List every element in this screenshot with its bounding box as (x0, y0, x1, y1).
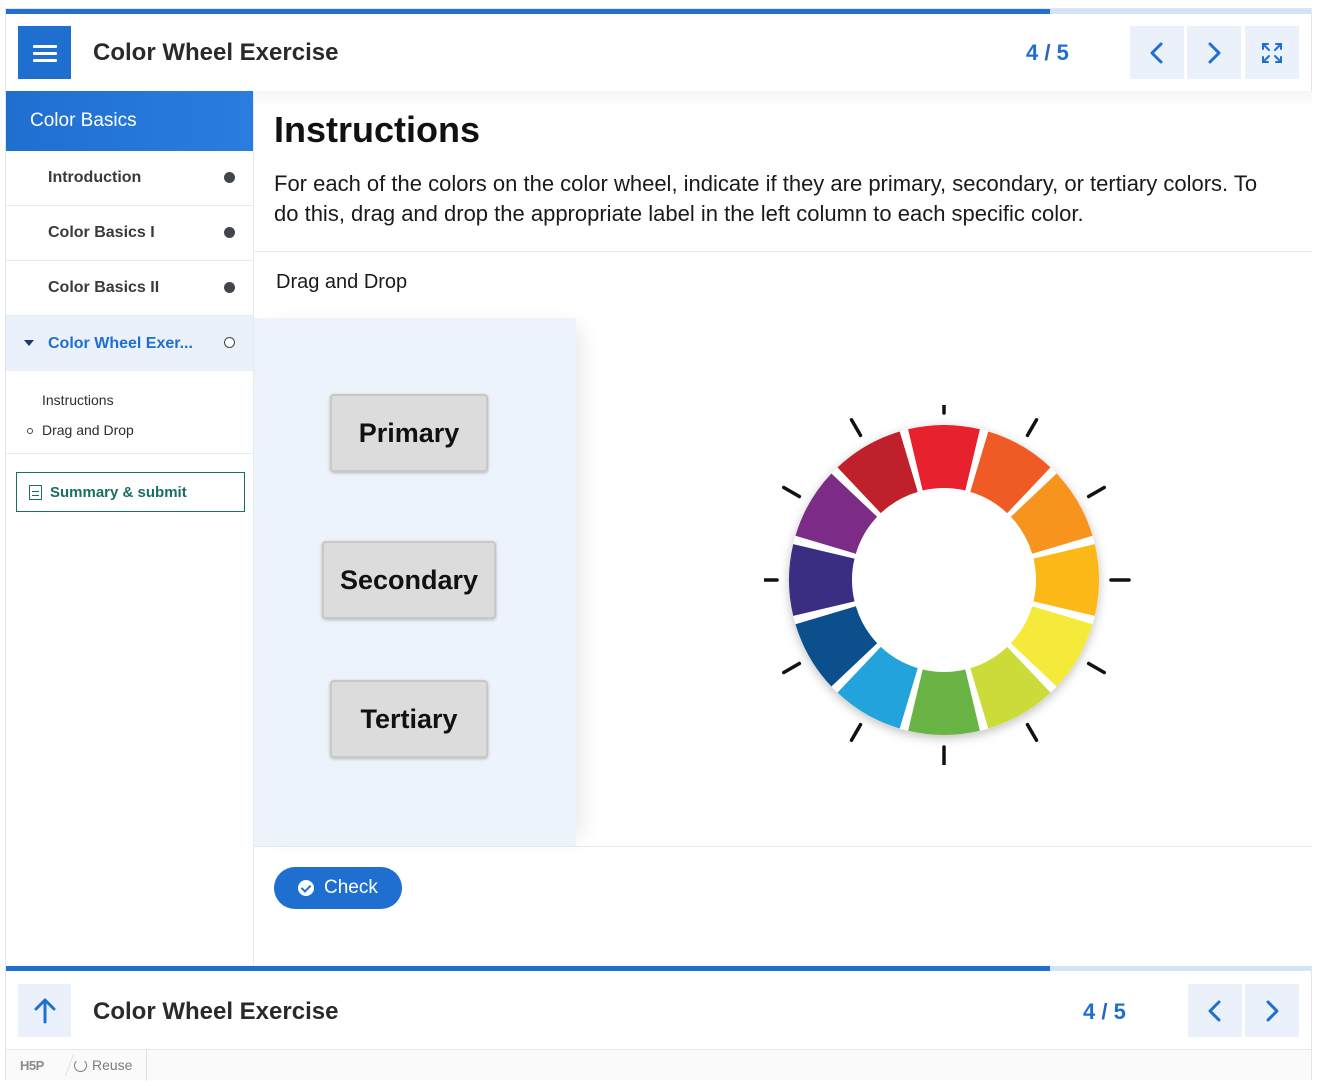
footer-next-button[interactable] (1245, 984, 1299, 1037)
color-wheel-dropzone[interactable] (764, 405, 1144, 765)
drag-drop-title: Drag and Drop (276, 271, 408, 293)
counter-separator: / (1101, 999, 1108, 1024)
main-content: Instructions For each of the colors on t… (254, 91, 1312, 966)
wheel-tick (782, 661, 802, 675)
wheel-tick (1025, 722, 1039, 742)
slide-counter: 4 / 5 (1026, 40, 1069, 66)
instructions-title: Instructions (274, 109, 481, 150)
presentation-frame: Color Wheel Exercise 4 / 5 Color Basics … (5, 8, 1312, 1081)
sidebar-item-label: Introduction (48, 169, 142, 186)
h5p-logo-icon[interactable]: H5P (20, 1058, 44, 1073)
counter-total: 5 (1113, 999, 1126, 1024)
draggable-secondary[interactable]: Secondary (322, 541, 496, 619)
instructions-text: For each of the colors on the color whee… (274, 171, 1258, 226)
counter-separator: / (1044, 40, 1051, 65)
drag-drop-area: Primary Secondary Tertiary (254, 318, 1312, 846)
navigation-sidebar: Color Basics Introduction Color Basics I… (6, 91, 254, 966)
sidebar-item-color-basics-2[interactable]: Color Basics II (6, 261, 253, 316)
sidebar-item-label: Color Basics II (48, 279, 160, 296)
sidebar-item-label: Color Basics I (48, 224, 155, 241)
wheel-tick (1086, 661, 1106, 675)
footer-slide-counter: 4 / 5 (1083, 999, 1126, 1025)
h5p-toolbar: H5P Reuse (6, 1049, 1311, 1081)
previous-button[interactable] (1130, 26, 1184, 79)
counter-current: 4 (1083, 999, 1096, 1024)
completed-dot-icon (224, 227, 235, 238)
divider (254, 251, 1312, 252)
completed-dot-icon (224, 282, 235, 293)
wheel-tick (849, 418, 863, 438)
next-button[interactable] (1187, 26, 1241, 79)
incomplete-circle-icon (224, 337, 235, 348)
counter-total: 5 (1056, 40, 1069, 65)
arrow-up-icon (34, 998, 55, 1023)
counter-current: 4 (1026, 40, 1039, 65)
wheel-tick (1025, 418, 1039, 438)
divider (254, 846, 1312, 847)
fullscreen-icon (1262, 42, 1282, 63)
page-title: Color Wheel Exercise (93, 39, 339, 66)
draggable-tertiary[interactable]: Tertiary (330, 680, 488, 758)
check-label: Check (324, 877, 378, 898)
sub-item-label: Drag and Drop (42, 422, 134, 438)
check-button[interactable]: Check (274, 867, 402, 909)
incomplete-ring-icon (27, 428, 33, 434)
check-circle-icon (298, 880, 314, 896)
sub-item-drag-and-drop[interactable]: Drag and Drop (6, 415, 253, 445)
completed-dot-icon (224, 172, 235, 183)
footer-bar: Color Wheel Exercise 4 / 5 (6, 971, 1311, 1049)
chevron-right-icon (1266, 1000, 1279, 1021)
footer-title: Color Wheel Exercise (93, 998, 339, 1025)
hamburger-icon (32, 44, 57, 62)
reuse-label: Reuse (92, 1057, 133, 1073)
footer-previous-button[interactable] (1188, 984, 1242, 1037)
sub-item-label: Instructions (42, 392, 114, 408)
chevron-right-icon (1208, 42, 1221, 63)
menu-button[interactable] (18, 26, 71, 79)
sidebar-item-color-wheel-exercise[interactable]: Color Wheel Exer... (6, 316, 253, 371)
chapter-header[interactable]: Color Basics (6, 91, 253, 151)
draggables-column: Primary Secondary Tertiary (254, 318, 576, 846)
chevron-left-icon (1208, 1000, 1221, 1021)
wheel-tick (782, 485, 802, 499)
chevron-left-icon (1150, 42, 1163, 63)
wheel-tick (1086, 485, 1106, 499)
scroll-top-button[interactable] (18, 984, 71, 1037)
draggable-primary[interactable]: Primary (330, 394, 488, 472)
summary-submit-button[interactable]: Summary & submit (16, 472, 245, 512)
sidebar-item-label: Color Wheel Exer... (48, 334, 193, 352)
section-sublist: Instructions Drag and Drop (6, 371, 253, 454)
summary-submit-label: Summary & submit (50, 483, 187, 501)
sub-item-instructions[interactable]: Instructions (6, 385, 253, 415)
sidebar-item-introduction[interactable]: Introduction (6, 151, 253, 206)
wheel-tick (849, 722, 863, 742)
fullscreen-button[interactable] (1245, 26, 1299, 79)
caret-down-icon (24, 340, 34, 346)
document-icon (29, 484, 42, 500)
reuse-button[interactable]: Reuse (74, 1057, 132, 1073)
header-bar: Color Wheel Exercise 4 / 5 (6, 14, 1311, 91)
sidebar-item-color-basics-1[interactable]: Color Basics I (6, 206, 253, 261)
reuse-icon (74, 1058, 87, 1072)
